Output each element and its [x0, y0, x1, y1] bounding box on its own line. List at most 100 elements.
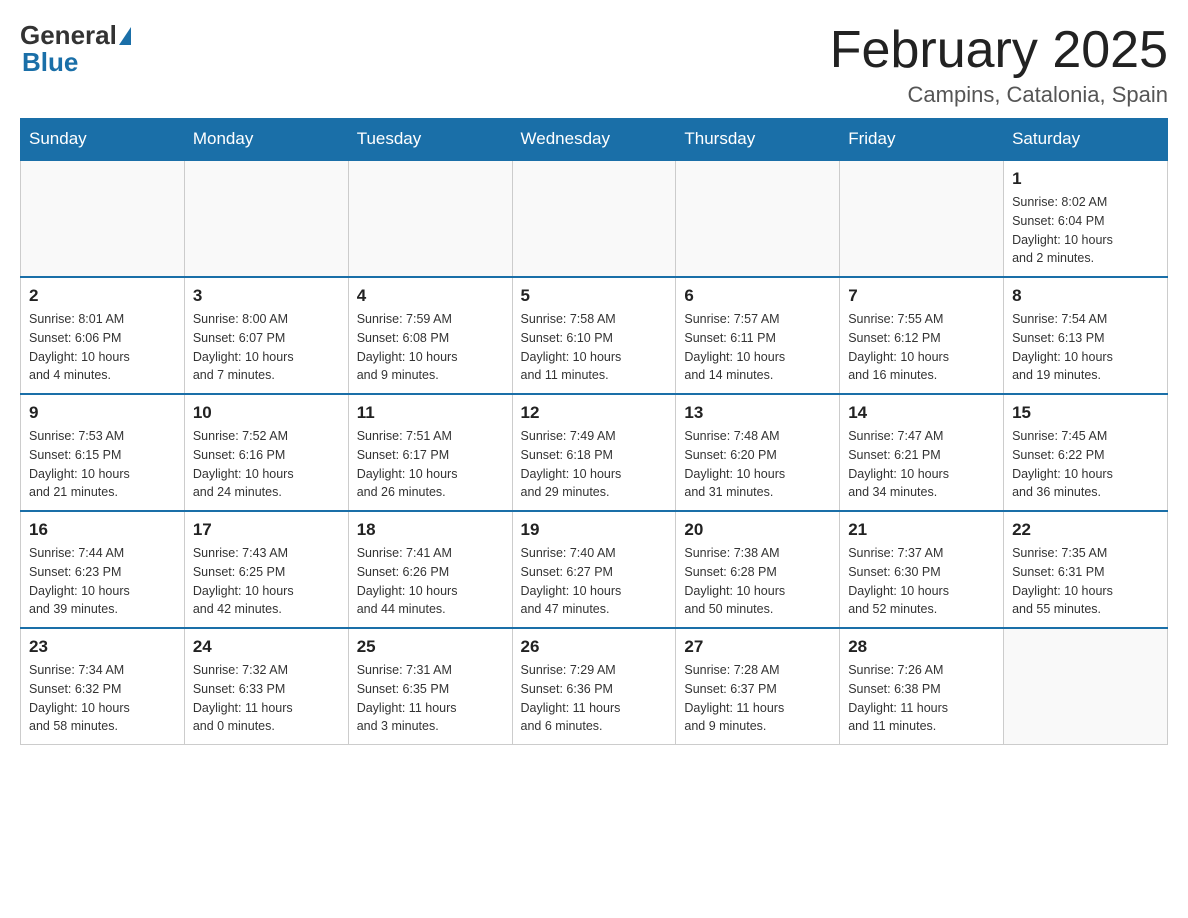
day-number: 3: [193, 286, 340, 306]
logo: General Blue: [20, 20, 133, 78]
day-cell-23: 23 Sunrise: 7:34 AMSunset: 6:32 PMDayligh…: [21, 628, 185, 745]
day-number: 18: [357, 520, 504, 540]
day-info: Sunrise: 7:34 AMSunset: 6:32 PMDaylight:…: [29, 661, 176, 736]
day-cell-10: 10 Sunrise: 7:52 AMSunset: 6:16 PMDayligh…: [184, 394, 348, 511]
day-info: Sunrise: 7:48 AMSunset: 6:20 PMDaylight:…: [684, 427, 831, 502]
day-number: 22: [1012, 520, 1159, 540]
day-cell-26: 26 Sunrise: 7:29 AMSunset: 6:36 PMDayligh…: [512, 628, 676, 745]
day-cell-11: 11 Sunrise: 7:51 AMSunset: 6:17 PMDayligh…: [348, 394, 512, 511]
day-cell-3: 3 Sunrise: 8:00 AMSunset: 6:07 PMDaylight…: [184, 277, 348, 394]
empty-cell: [184, 160, 348, 277]
week-row-2: 2Sunrise: 8:01 AMSunset: 6:06 PMDaylight…: [21, 277, 1168, 394]
day-cell-15: 15 Sunrise: 7:45 AMSunset: 6:22 PMDayligh…: [1004, 394, 1168, 511]
day-cell-18: 18 Sunrise: 7:41 AMSunset: 6:26 PMDayligh…: [348, 511, 512, 628]
day-info: Sunrise: 7:35 AMSunset: 6:31 PMDaylight:…: [1012, 544, 1159, 619]
week-row-5: 23 Sunrise: 7:34 AMSunset: 6:32 PMDayligh…: [21, 628, 1168, 745]
day-cell-12: 12 Sunrise: 7:49 AMSunset: 6:18 PMDayligh…: [512, 394, 676, 511]
day-info: Sunrise: 8:01 AMSunset: 6:06 PMDaylight:…: [29, 310, 176, 385]
day-cell-21: 21 Sunrise: 7:37 AMSunset: 6:30 PMDayligh…: [840, 511, 1004, 628]
week-row-3: 9Sunrise: 7:53 AMSunset: 6:15 PMDaylight…: [21, 394, 1168, 511]
page-header: General Blue February 2025 Campins, Cata…: [20, 20, 1168, 108]
day-info: Sunrise: 7:52 AMSunset: 6:16 PMDaylight:…: [193, 427, 340, 502]
day-number: 15: [1012, 403, 1159, 423]
day-info: Sunrise: 7:41 AMSunset: 6:26 PMDaylight:…: [357, 544, 504, 619]
day-cell-9: 9Sunrise: 7:53 AMSunset: 6:15 PMDaylight…: [21, 394, 185, 511]
weekday-header-monday: Monday: [184, 119, 348, 161]
day-cell-17: 17 Sunrise: 7:43 AMSunset: 6:25 PMDayligh…: [184, 511, 348, 628]
weekday-header-row: SundayMondayTuesdayWednesdayThursdayFrid…: [21, 119, 1168, 161]
empty-cell: [840, 160, 1004, 277]
day-number: 8: [1012, 286, 1159, 306]
day-cell-7: 7 Sunrise: 7:55 AMSunset: 6:12 PMDaylight…: [840, 277, 1004, 394]
empty-cell: [21, 160, 185, 277]
day-number: 1: [1012, 169, 1159, 189]
day-info: Sunrise: 7:38 AMSunset: 6:28 PMDaylight:…: [684, 544, 831, 619]
day-cell-14: 14 Sunrise: 7:47 AMSunset: 6:21 PMDayligh…: [840, 394, 1004, 511]
day-cell-16: 16Sunrise: 7:44 AMSunset: 6:23 PMDayligh…: [21, 511, 185, 628]
day-cell-22: 22 Sunrise: 7:35 AMSunset: 6:31 PMDayligh…: [1004, 511, 1168, 628]
day-cell-24: 24Sunrise: 7:32 AMSunset: 6:33 PMDayligh…: [184, 628, 348, 745]
day-number: 24: [193, 637, 340, 657]
day-info: Sunrise: 7:54 AMSunset: 6:13 PMDaylight:…: [1012, 310, 1159, 385]
day-cell-6: 6 Sunrise: 7:57 AMSunset: 6:11 PMDaylight…: [676, 277, 840, 394]
day-info: Sunrise: 7:29 AMSunset: 6:36 PMDaylight:…: [521, 661, 668, 736]
weekday-header-tuesday: Tuesday: [348, 119, 512, 161]
month-title: February 2025: [830, 20, 1168, 80]
day-cell-2: 2Sunrise: 8:01 AMSunset: 6:06 PMDaylight…: [21, 277, 185, 394]
day-number: 21: [848, 520, 995, 540]
day-number: 13: [684, 403, 831, 423]
logo-triangle-icon: [119, 27, 131, 45]
day-cell-13: 13 Sunrise: 7:48 AMSunset: 6:20 PMDayligh…: [676, 394, 840, 511]
day-cell-20: 20 Sunrise: 7:38 AMSunset: 6:28 PMDayligh…: [676, 511, 840, 628]
logo-blue-text: Blue: [22, 47, 78, 78]
day-info: Sunrise: 7:47 AMSunset: 6:21 PMDaylight:…: [848, 427, 995, 502]
day-info: Sunrise: 7:37 AMSunset: 6:30 PMDaylight:…: [848, 544, 995, 619]
day-cell-4: 4 Sunrise: 7:59 AMSunset: 6:08 PMDaylight…: [348, 277, 512, 394]
day-number: 19: [521, 520, 668, 540]
day-number: 14: [848, 403, 995, 423]
day-info: Sunrise: 7:31 AMSunset: 6:35 PMDaylight:…: [357, 661, 504, 736]
day-number: 6: [684, 286, 831, 306]
weekday-header-friday: Friday: [840, 119, 1004, 161]
day-number: 25: [357, 637, 504, 657]
day-info: Sunrise: 8:00 AMSunset: 6:07 PMDaylight:…: [193, 310, 340, 385]
weekday-header-thursday: Thursday: [676, 119, 840, 161]
day-number: 4: [357, 286, 504, 306]
day-info: Sunrise: 8:02 AMSunset: 6:04 PMDaylight:…: [1012, 193, 1159, 268]
day-number: 11: [357, 403, 504, 423]
day-info: Sunrise: 7:53 AMSunset: 6:15 PMDaylight:…: [29, 427, 176, 502]
empty-cell: [512, 160, 676, 277]
day-info: Sunrise: 7:51 AMSunset: 6:17 PMDaylight:…: [357, 427, 504, 502]
day-cell-25: 25 Sunrise: 7:31 AMSunset: 6:35 PMDayligh…: [348, 628, 512, 745]
day-number: 20: [684, 520, 831, 540]
day-number: 12: [521, 403, 668, 423]
day-info: Sunrise: 7:45 AMSunset: 6:22 PMDaylight:…: [1012, 427, 1159, 502]
day-info: Sunrise: 7:43 AMSunset: 6:25 PMDaylight:…: [193, 544, 340, 619]
day-number: 26: [521, 637, 668, 657]
weekday-header-wednesday: Wednesday: [512, 119, 676, 161]
day-info: Sunrise: 7:49 AMSunset: 6:18 PMDaylight:…: [521, 427, 668, 502]
empty-cell: [676, 160, 840, 277]
day-number: 17: [193, 520, 340, 540]
day-info: Sunrise: 7:58 AMSunset: 6:10 PMDaylight:…: [521, 310, 668, 385]
day-info: Sunrise: 7:28 AMSunset: 6:37 PMDaylight:…: [684, 661, 831, 736]
day-info: Sunrise: 7:26 AMSunset: 6:38 PMDaylight:…: [848, 661, 995, 736]
week-row-4: 16Sunrise: 7:44 AMSunset: 6:23 PMDayligh…: [21, 511, 1168, 628]
day-info: Sunrise: 7:59 AMSunset: 6:08 PMDaylight:…: [357, 310, 504, 385]
day-cell-1: 1 Sunrise: 8:02 AMSunset: 6:04 PMDaylight…: [1004, 160, 1168, 277]
day-info: Sunrise: 7:40 AMSunset: 6:27 PMDaylight:…: [521, 544, 668, 619]
day-info: Sunrise: 7:57 AMSunset: 6:11 PMDaylight:…: [684, 310, 831, 385]
day-number: 23: [29, 637, 176, 657]
location-text: Campins, Catalonia, Spain: [830, 82, 1168, 108]
day-number: 28: [848, 637, 995, 657]
day-cell-27: 27Sunrise: 7:28 AMSunset: 6:37 PMDayligh…: [676, 628, 840, 745]
empty-cell: [348, 160, 512, 277]
calendar-table: SundayMondayTuesdayWednesdayThursdayFrid…: [20, 118, 1168, 745]
empty-cell: [1004, 628, 1168, 745]
day-info: Sunrise: 7:55 AMSunset: 6:12 PMDaylight:…: [848, 310, 995, 385]
day-cell-5: 5Sunrise: 7:58 AMSunset: 6:10 PMDaylight…: [512, 277, 676, 394]
title-block: February 2025 Campins, Catalonia, Spain: [830, 20, 1168, 108]
day-number: 7: [848, 286, 995, 306]
day-number: 16: [29, 520, 176, 540]
day-number: 10: [193, 403, 340, 423]
